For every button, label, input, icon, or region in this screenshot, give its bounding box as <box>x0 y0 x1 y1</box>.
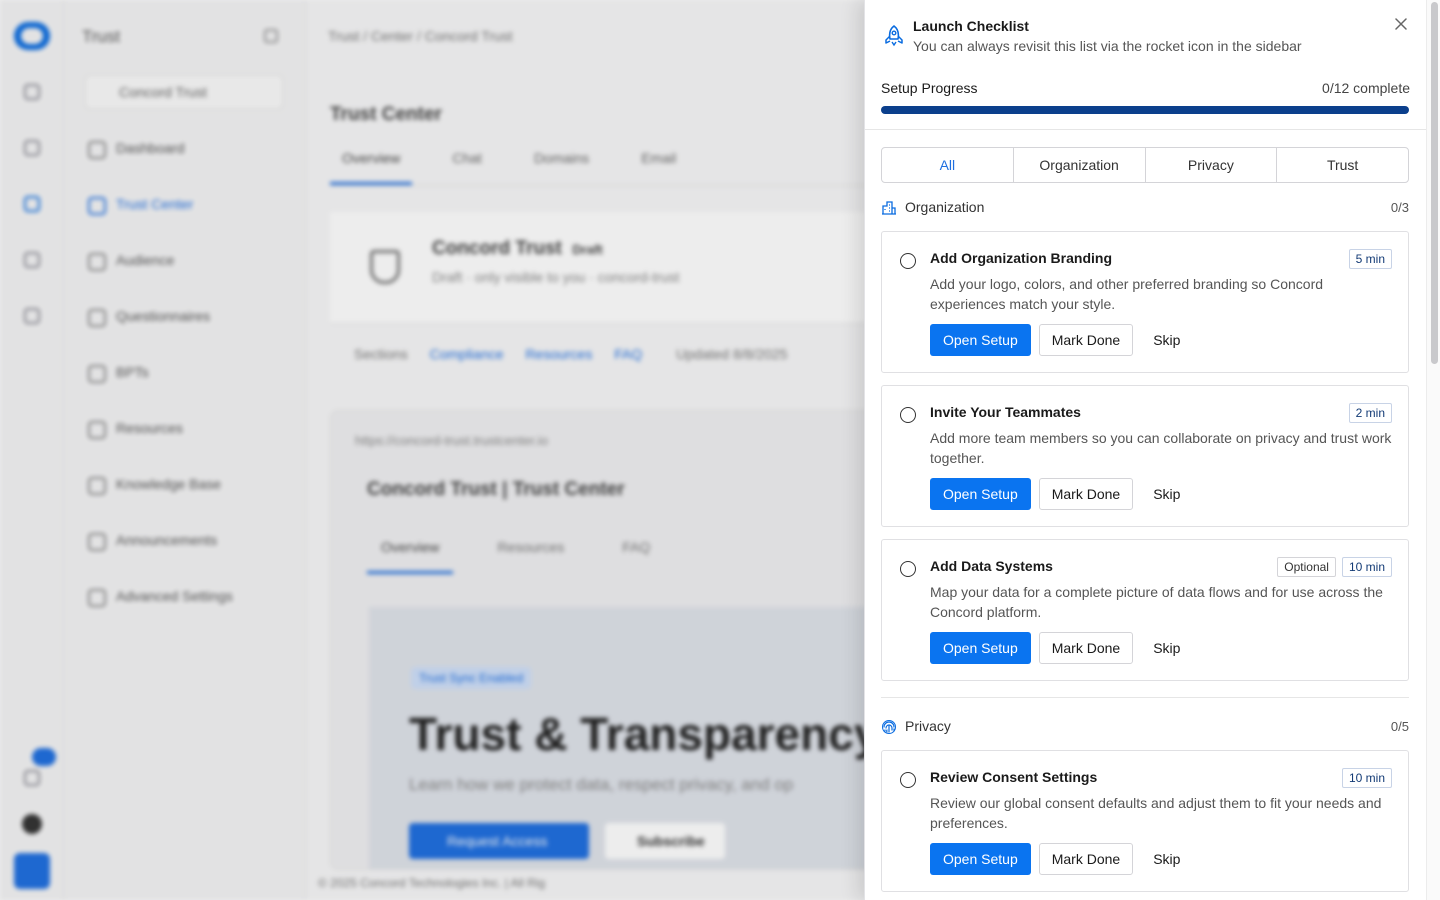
task-tags: 5 min <box>1348 249 1392 269</box>
group-label: Organization <box>905 199 985 215</box>
rocket-icon <box>885 25 903 47</box>
task-description: Add more team members so you can collabo… <box>930 430 1392 466</box>
task-actions: Open Setup Mark Done Skip <box>930 324 1192 356</box>
task-card: Invite Your Teammates 2 min Add more tea… <box>881 385 1409 527</box>
panel-subtitle: You can always revisit this list via the… <box>913 38 1302 54</box>
time-estimate-badge: 2 min <box>1348 403 1392 423</box>
mark-done-button[interactable]: Mark Done <box>1038 478 1134 510</box>
group-count: 0/3 <box>1390 200 1409 215</box>
mark-done-button[interactable]: Mark Done <box>1038 324 1134 356</box>
task-title: Add Data Systems <box>930 558 1053 574</box>
task-tags: Optional 10 min <box>1277 557 1392 577</box>
time-estimate-badge: 10 min <box>1341 768 1392 788</box>
skip-button[interactable]: Skip <box>1141 324 1192 356</box>
group-divider <box>881 697 1409 698</box>
fingerprint-icon <box>882 720 896 734</box>
task-title: Review Consent Settings <box>930 769 1098 785</box>
group-label: Privacy <box>905 718 951 734</box>
task-card: Add Organization Branding 5 min Add your… <box>881 231 1409 373</box>
task-complete-radio[interactable] <box>900 561 916 577</box>
group-count: 0/5 <box>1390 719 1409 734</box>
progress-bar <box>881 106 1409 114</box>
task-actions: Open Setup Mark Done Skip <box>930 478 1192 510</box>
launch-checklist-panel: Launch Checklist You can always revisit … <box>864 0 1426 900</box>
filter-organization[interactable]: Organization <box>1012 148 1145 182</box>
skip-button[interactable]: Skip <box>1141 843 1192 875</box>
group-header-organization: Organization 0/3 <box>881 198 1409 218</box>
mark-done-button[interactable]: Mark Done <box>1038 632 1134 664</box>
group-header-privacy: Privacy 0/5 <box>881 717 1409 737</box>
building-icon <box>882 201 896 215</box>
task-card: Review Consent Settings 10 min Review ou… <box>881 750 1409 892</box>
open-setup-button[interactable]: Open Setup <box>930 324 1031 356</box>
time-estimate-badge: 5 min <box>1348 249 1392 269</box>
open-setup-button[interactable]: Open Setup <box>930 843 1031 875</box>
open-setup-button[interactable]: Open Setup <box>930 478 1031 510</box>
panel-header: Launch Checklist You can always revisit … <box>865 0 1426 72</box>
task-title: Add Organization Branding <box>930 250 1112 266</box>
vertical-scrollbar[interactable] <box>1426 0 1440 900</box>
skip-button[interactable]: Skip <box>1141 632 1192 664</box>
task-complete-radio[interactable] <box>900 253 916 269</box>
panel-title: Launch Checklist <box>913 18 1029 34</box>
task-tags: 10 min <box>1341 768 1392 788</box>
task-title: Invite Your Teammates <box>930 404 1081 420</box>
task-complete-radio[interactable] <box>900 772 916 788</box>
task-actions: Open Setup Mark Done Skip <box>930 843 1192 875</box>
task-description: Review our global consent defaults and a… <box>930 795 1382 831</box>
filter-all[interactable]: All <box>882 148 1013 182</box>
task-complete-radio[interactable] <box>900 407 916 423</box>
close-icon[interactable] <box>1393 16 1409 32</box>
open-setup-button[interactable]: Open Setup <box>930 632 1031 664</box>
header-divider <box>865 129 1426 130</box>
skip-button[interactable]: Skip <box>1141 478 1192 510</box>
optional-badge: Optional <box>1277 557 1336 577</box>
task-card: Add Data Systems Optional 10 min Map you… <box>881 539 1409 681</box>
task-actions: Open Setup Mark Done Skip <box>930 632 1192 664</box>
task-description: Add your logo, colors, and other preferr… <box>930 276 1324 312</box>
task-description: Map your data for a complete picture of … <box>930 584 1383 620</box>
filter-tabs: All Organization Privacy Trust <box>881 147 1409 183</box>
filter-privacy[interactable]: Privacy <box>1144 148 1277 182</box>
filter-trust[interactable]: Trust <box>1276 148 1408 182</box>
task-tags: 2 min <box>1348 403 1392 423</box>
mark-done-button[interactable]: Mark Done <box>1038 843 1134 875</box>
progress-count: 0/12 complete <box>1322 80 1410 96</box>
time-estimate-badge: 10 min <box>1341 557 1392 577</box>
progress-label: Setup Progress <box>881 80 978 96</box>
scrollbar-thumb[interactable] <box>1431 2 1438 364</box>
